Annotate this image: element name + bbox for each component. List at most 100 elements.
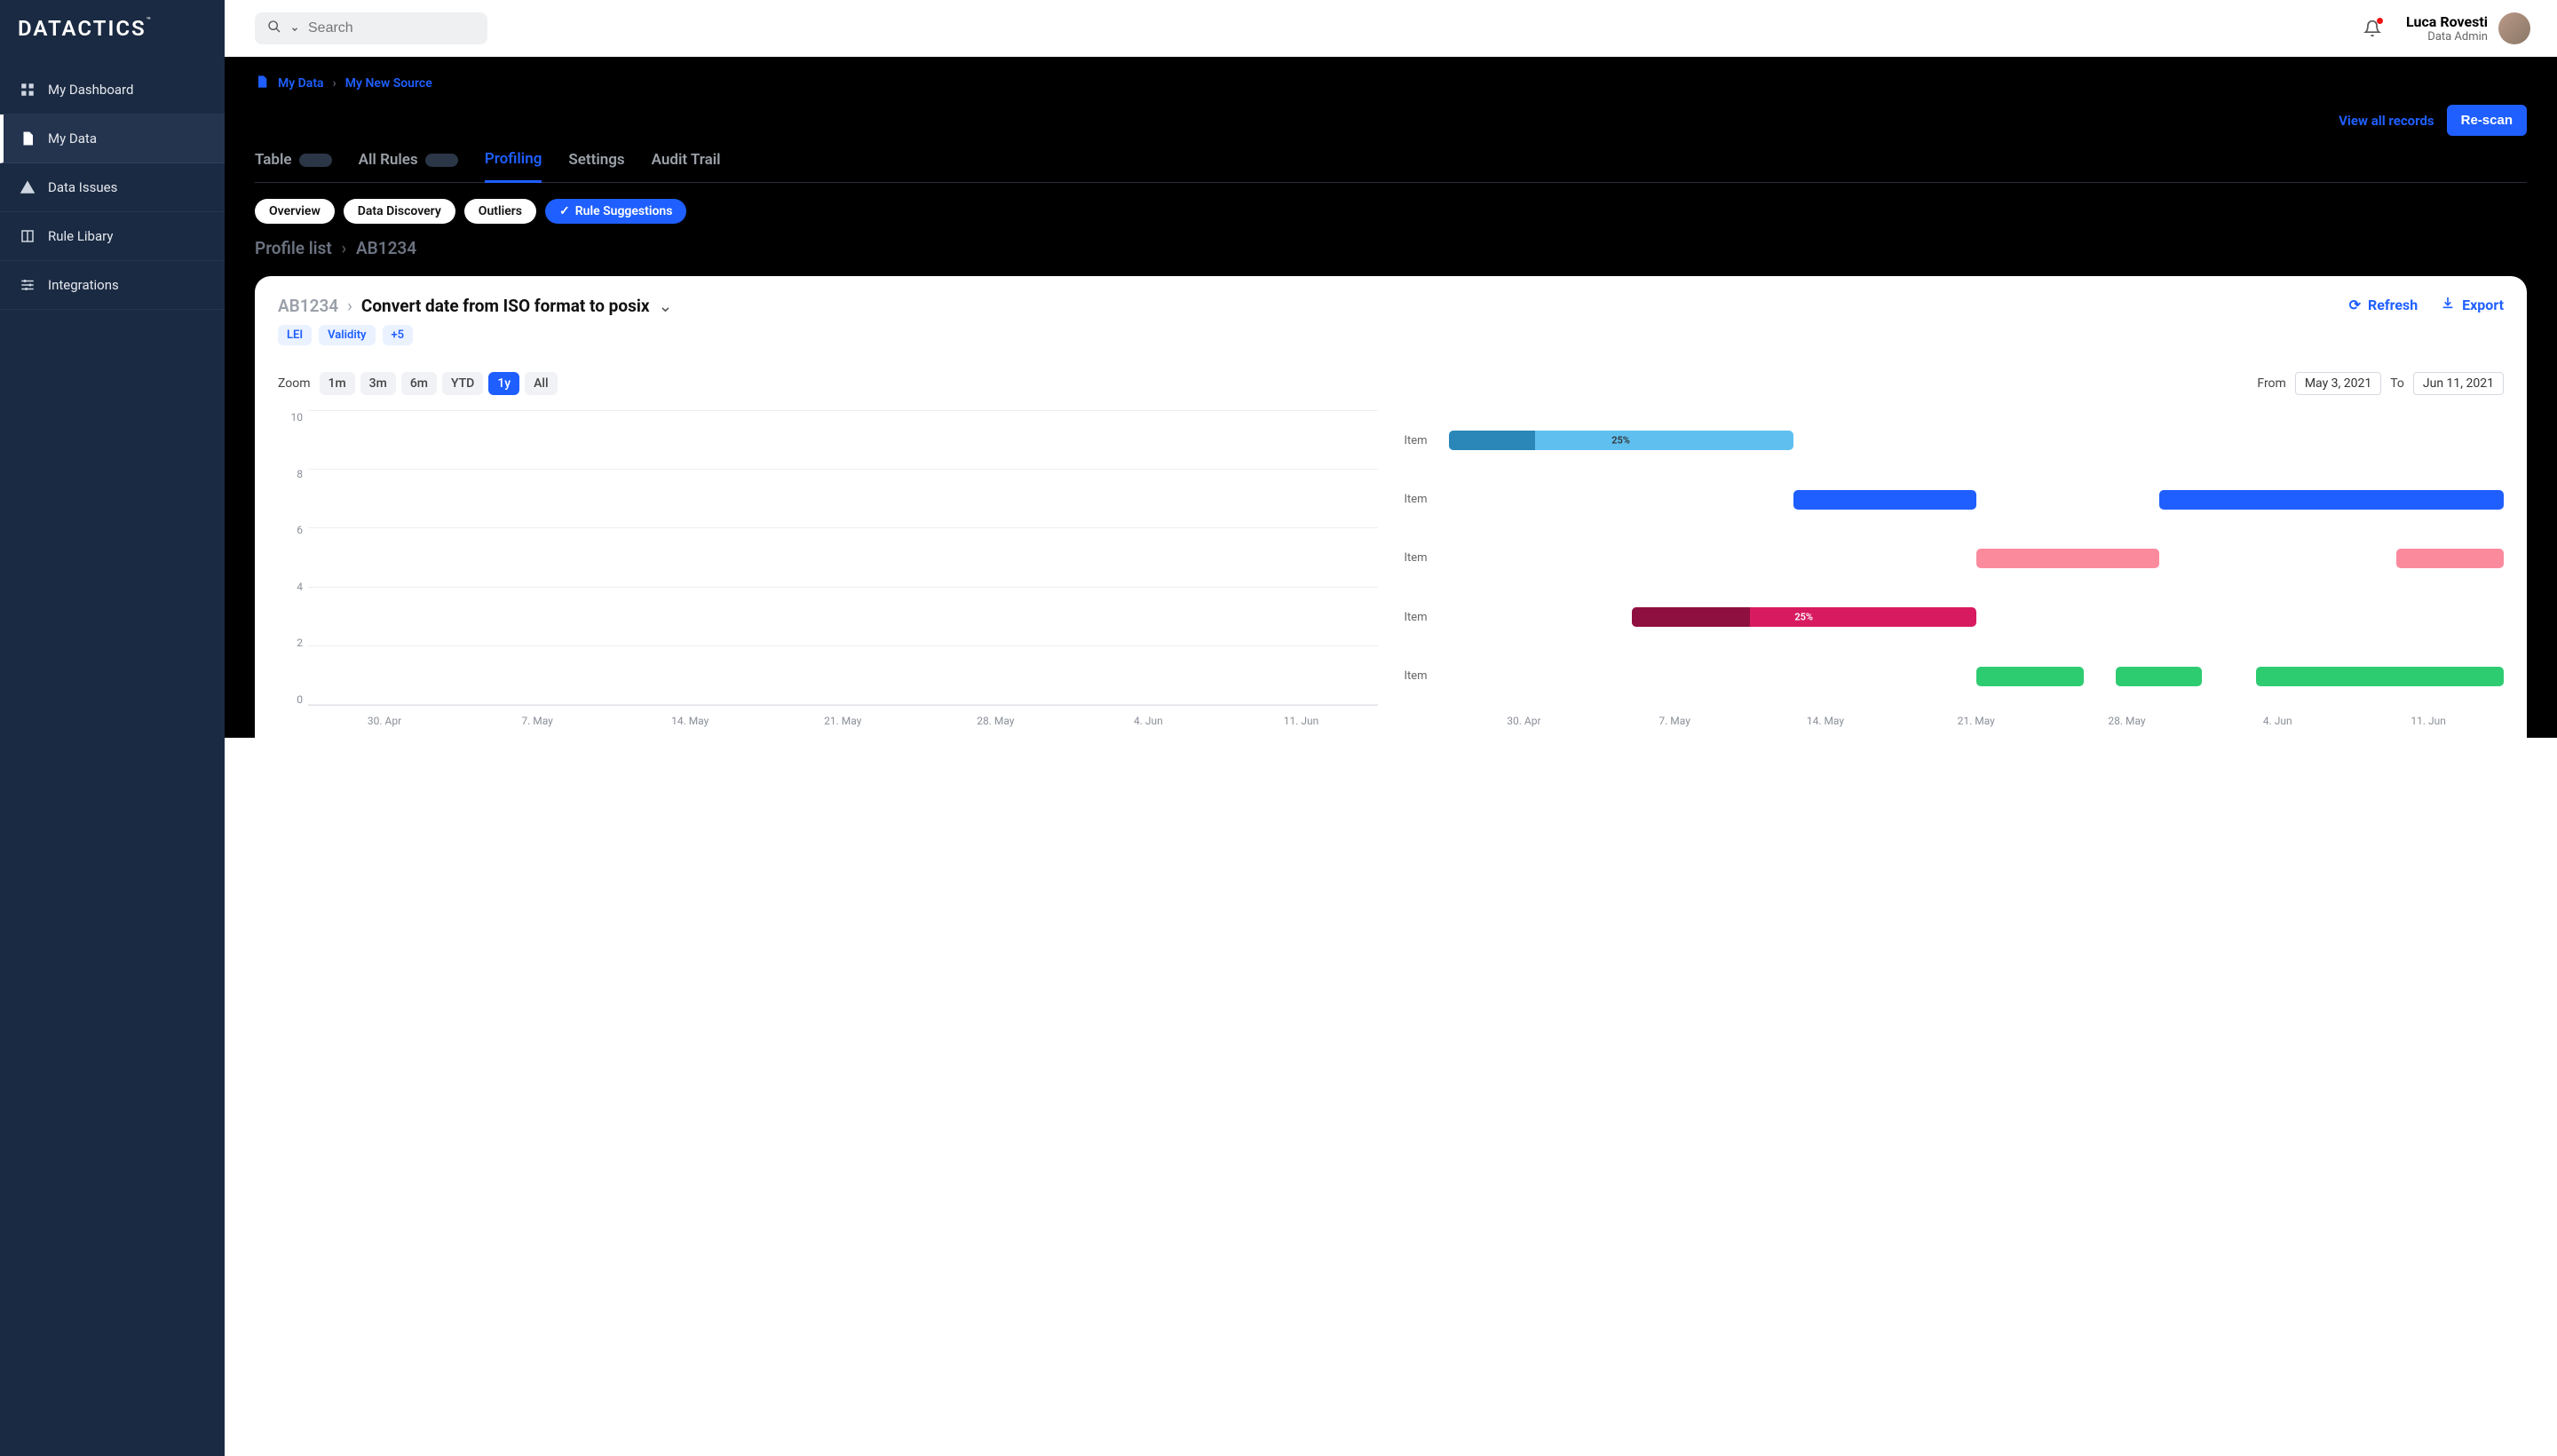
gantt-row: Item xyxy=(1405,667,2505,686)
chevron-down-icon[interactable] xyxy=(290,20,299,37)
gantt-row-label: Item xyxy=(1405,611,1449,624)
refresh-button[interactable]: ⟳ Refresh xyxy=(2349,296,2418,313)
tab-profiling[interactable]: Profiling xyxy=(485,143,542,183)
candlestick-chart[interactable]: 1086420 30. Apr7. May14. May21. May28. M… xyxy=(278,411,1378,731)
search-icon xyxy=(267,20,281,37)
gantt-bar[interactable] xyxy=(2396,549,2504,568)
zoom-option-1y[interactable]: 1y xyxy=(488,372,519,395)
avatar[interactable] xyxy=(2498,12,2530,44)
tab-badge: 000 xyxy=(299,154,332,167)
zoom-label: Zoom xyxy=(278,376,311,391)
export-button[interactable]: Export xyxy=(2441,296,2504,313)
zoom-option-3m[interactable]: 3m xyxy=(360,372,396,395)
sidebar-item-label: My Data xyxy=(48,131,97,146)
page-header-dark: My Data › My New Source View all records… xyxy=(225,57,2557,738)
plot-area xyxy=(308,411,1378,706)
sidebar-item-dashboard[interactable]: My Dashboard xyxy=(0,66,225,115)
chevron-right-icon: › xyxy=(347,296,352,316)
gantt-row: Item25% xyxy=(1405,431,2505,450)
breadcrumb-root[interactable]: My Data xyxy=(278,76,324,91)
warning-icon xyxy=(20,179,36,195)
search-box[interactable] xyxy=(255,12,487,44)
top-header: Luca Rovesti Data Admin xyxy=(225,0,2557,57)
sidebar-item-integrations[interactable]: Integrations xyxy=(0,261,225,310)
gantt-chart[interactable]: Item25%ItemItemItem25%Item 30. Apr7. May… xyxy=(1405,411,2505,731)
gantt-bar[interactable] xyxy=(1793,490,1976,510)
gantt-row: Item xyxy=(1405,549,2505,568)
gantt-bar[interactable]: 25% xyxy=(1449,431,1793,450)
tab-badge: 000 xyxy=(425,154,458,167)
sidebar-item-issues[interactable]: Data Issues xyxy=(0,163,225,212)
user-menu[interactable]: Luca Rovesti Data Admin xyxy=(2406,12,2530,44)
gantt-row-label: Item xyxy=(1405,551,1449,565)
profile-breadcrumb-root[interactable]: Profile list xyxy=(255,238,332,258)
y-axis: 1086420 xyxy=(278,411,303,706)
gantt-bar[interactable] xyxy=(2256,667,2504,686)
sidebar-item-mydata[interactable]: My Data xyxy=(0,115,225,163)
gantt-bar[interactable] xyxy=(1976,549,2159,568)
card-tags: LEI Validity +5 xyxy=(278,325,672,345)
profiling-subtabs: Overview Data Discovery Outliers ✓ Rule … xyxy=(255,183,2527,233)
tag-validity[interactable]: Validity xyxy=(319,325,375,345)
chip-rule-suggestions[interactable]: ✓ Rule Suggestions xyxy=(545,199,686,224)
view-all-records-link[interactable]: View all records xyxy=(2339,113,2434,129)
check-icon: ✓ xyxy=(559,204,570,218)
tag-lei[interactable]: LEI xyxy=(278,325,312,345)
sliders-icon xyxy=(20,277,36,293)
sidebar-item-label: Rule Libary xyxy=(48,228,113,244)
sidebar-item-label: Integrations xyxy=(48,277,119,293)
sidebar-item-label: My Dashboard xyxy=(48,82,133,98)
gantt-row-label: Item xyxy=(1405,669,1449,683)
gantt-rows: Item25%ItemItemItem25%Item xyxy=(1405,411,2505,706)
gantt-row: Item xyxy=(1405,490,2505,510)
file-icon xyxy=(20,131,36,146)
tab-settings[interactable]: Settings xyxy=(568,144,624,181)
notifications-button[interactable] xyxy=(2363,20,2381,37)
chevron-down-icon[interactable]: ⌄ xyxy=(659,296,673,316)
dashboard-icon xyxy=(20,82,36,98)
zoom-option-1m[interactable]: 1m xyxy=(320,372,355,395)
from-date-input[interactable]: May 3, 2021 xyxy=(2295,372,2381,395)
zoom-option-ytd[interactable]: YTD xyxy=(442,372,483,395)
gantt-row: Item 25% xyxy=(1405,607,2505,627)
chevron-right-icon: › xyxy=(342,238,347,258)
user-name: Luca Rovesti xyxy=(2406,13,2488,30)
tab-audittrail[interactable]: Audit Trail xyxy=(652,144,721,181)
tabs: Table000 All Rules000 Profiling Settings… xyxy=(255,143,2527,183)
card-code: AB1234 xyxy=(278,296,338,316)
breadcrumb: My Data › My New Source xyxy=(255,75,2527,92)
x-axis: 30. Apr7. May14. May21. May28. May4. Jun… xyxy=(308,709,1378,731)
breadcrumb-current[interactable]: My New Source xyxy=(345,76,432,91)
from-label: From xyxy=(2257,376,2285,391)
zoom-option-6m[interactable]: 6m xyxy=(401,372,437,395)
card-title: Convert date from ISO format to posix xyxy=(361,296,650,316)
card-title-row: AB1234 › Convert date from ISO format to… xyxy=(278,296,672,316)
tag-more[interactable]: +5 xyxy=(383,325,414,345)
download-icon xyxy=(2441,296,2455,313)
profile-card: AB1234 › Convert date from ISO format to… xyxy=(255,276,2527,738)
zoom-option-all[interactable]: All xyxy=(525,372,557,395)
tab-table[interactable]: Table000 xyxy=(255,144,332,181)
user-role: Data Admin xyxy=(2406,30,2488,44)
tab-allrules[interactable]: All Rules000 xyxy=(359,144,458,181)
book-icon xyxy=(20,228,36,244)
zoom-controls: Zoom 1m3m6mYTD1yAll From May 3, 2021 To … xyxy=(278,372,2504,395)
to-date-input[interactable]: Jun 11, 2021 xyxy=(2413,372,2504,395)
gantt-bar[interactable] xyxy=(2116,667,2202,686)
rescan-button[interactable]: Re-scan xyxy=(2447,105,2527,136)
gantt-bar[interactable] xyxy=(2159,490,2504,510)
file-icon xyxy=(255,75,269,92)
gantt-row-label: Item xyxy=(1405,493,1449,506)
sidebar-item-rulelibrary[interactable]: Rule Libary xyxy=(0,212,225,261)
search-input[interactable] xyxy=(308,20,492,36)
profile-breadcrumb-current: AB1234 xyxy=(356,238,416,258)
profile-breadcrumb: Profile list › AB1234 xyxy=(255,233,2527,276)
gantt-row-label: Item xyxy=(1405,434,1449,447)
chip-data-discovery[interactable]: Data Discovery xyxy=(344,199,455,224)
chip-outliers[interactable]: Outliers xyxy=(464,199,536,224)
gantt-bar[interactable] xyxy=(1976,667,2084,686)
chevron-right-icon: › xyxy=(333,76,336,91)
gantt-bar[interactable]: 25% xyxy=(1632,607,1976,627)
chip-overview[interactable]: Overview xyxy=(255,199,335,224)
brand-logo: DATACTICS™ xyxy=(0,0,225,66)
